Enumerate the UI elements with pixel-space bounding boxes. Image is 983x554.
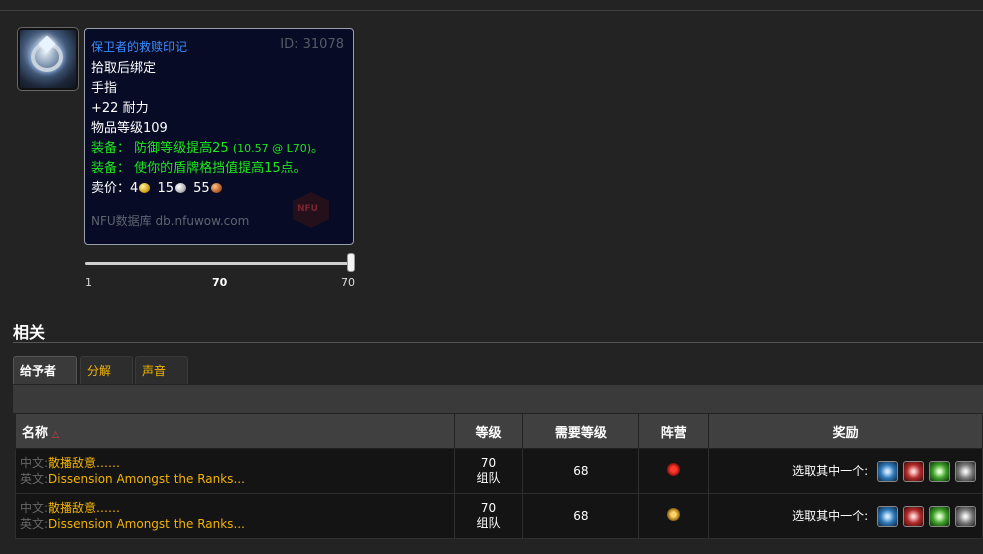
- cn-label: 中文:: [20, 501, 49, 515]
- slider-min: 1: [85, 276, 92, 289]
- quest-side-cell: [638, 448, 710, 494]
- quest-reward-cell: 选取其中一个:: [708, 448, 983, 494]
- quest-side-cell: [638, 493, 710, 539]
- reward-item-icon[interactable]: [877, 460, 898, 482]
- item-equip-1: 装备： 防御等级提高25 (10.57 @ L70)。: [91, 137, 324, 156]
- reward-choice-label: 选取其中一个:: [792, 463, 869, 478]
- reward-item-icon[interactable]: [955, 460, 976, 482]
- sell-label: 卖价：: [91, 181, 131, 196]
- silver-coin-icon: [174, 183, 186, 193]
- quest-level-cell: 70 组队: [453, 493, 524, 539]
- related-heading: 相关: [13, 323, 46, 342]
- reward-item-icon[interactable]: [955, 505, 976, 527]
- header-name-label: 名称: [22, 425, 49, 441]
- en-label: 英文:: [20, 517, 49, 531]
- quest-group: 组队: [476, 516, 501, 530]
- tab-content-bar: [13, 385, 983, 413]
- equip-1-detail: (10.57 @ L70): [232, 142, 312, 155]
- tooltip-footer: NFU数据库 db.nfuwow.com: [91, 214, 250, 228]
- reward-item-icon[interactable]: [903, 505, 924, 527]
- slider-current: 70: [212, 276, 228, 289]
- quest-table: 名称 △ 等级 需要等级 阵营 奖励 中文:散播敌意…… 英文:Dissensio…: [15, 413, 983, 539]
- alliance-icon: [667, 508, 681, 521]
- en-label: 英文:: [20, 472, 49, 486]
- sell-silver: 15: [157, 181, 174, 196]
- quest-level: 70: [480, 456, 497, 470]
- quest-cn-link[interactable]: 散播敌意……: [48, 501, 120, 515]
- item-sell-price: 卖价：4 15 55: [91, 177, 225, 196]
- copper-coin-icon: [210, 183, 222, 193]
- nfu-logo-icon: NFU: [293, 192, 329, 228]
- quest-en-link[interactable]: Dissension Amongst the Ranks...: [48, 472, 245, 486]
- quest-req-level: 68: [522, 448, 640, 494]
- reward-item-icon[interactable]: [903, 460, 924, 482]
- table-row: 中文:散播敌意…… 英文:Dissension Amongst the Rank…: [15, 448, 983, 494]
- item-name[interactable]: 保卫者的救赎印记: [91, 38, 187, 55]
- level-slider-track[interactable]: [85, 262, 349, 265]
- equip-1-end: 。: [311, 141, 325, 156]
- item-slot: 手指: [91, 81, 118, 96]
- quest-level-cell: 70 组队: [453, 448, 524, 494]
- quest-cn-link[interactable]: 散播敌意……: [48, 456, 120, 470]
- table-row: 中文:散播敌意…… 英文:Dissension Amongst the Rank…: [15, 493, 983, 539]
- equip-1-main: 装备： 防御等级提高25: [91, 141, 229, 156]
- quest-group: 组队: [476, 471, 501, 485]
- top-divider: [0, 10, 983, 11]
- item-id: ID: 31078: [280, 37, 344, 52]
- reward-choice-label: 选取其中一个:: [792, 508, 869, 523]
- ring-icon[interactable]: [17, 27, 79, 91]
- sell-gold: 4: [130, 181, 139, 196]
- nfu-logo-text: NFU: [297, 204, 318, 214]
- item-level: 物品等级109: [91, 121, 168, 136]
- quest-name-cell: 中文:散播敌意…… 英文:Dissension Amongst the Rank…: [15, 448, 455, 494]
- header-req-level[interactable]: 需要等级: [522, 413, 640, 449]
- gold-coin-icon: [139, 183, 151, 193]
- reward-item-icon[interactable]: [929, 460, 950, 482]
- item-tooltip: 保卫者的救赎印记 ID: 31078 拾取后绑定 手指 +22 耐力 物品等级1…: [84, 28, 354, 245]
- quest-level: 70: [480, 501, 497, 515]
- sort-asc-icon: △: [52, 429, 59, 440]
- item-equip-2: 装备： 使你的盾牌格挡值提高15点。: [91, 161, 307, 176]
- header-level[interactable]: 等级: [453, 413, 524, 449]
- horde-icon: [667, 463, 681, 476]
- table-header-row: 名称 △ 等级 需要等级 阵营 奖励: [15, 413, 983, 449]
- header-rewards[interactable]: 奖励: [708, 413, 983, 449]
- sell-copper: 55: [193, 181, 210, 196]
- tab-givers[interactable]: 给予者(2): [13, 356, 77, 406]
- reward-item-icon[interactable]: [877, 505, 898, 527]
- quest-req-level: 68: [522, 493, 640, 539]
- header-side[interactable]: 阵营: [638, 413, 710, 449]
- slider-max: 70: [341, 276, 355, 289]
- related-divider: [13, 342, 983, 343]
- header-name[interactable]: 名称 △: [15, 413, 455, 449]
- tab-sounds[interactable]: 声音(4): [135, 356, 188, 406]
- tab-disenchant[interactable]: 分解(2): [80, 356, 133, 406]
- quest-en-link[interactable]: Dissension Amongst the Ranks...: [48, 517, 245, 531]
- reward-item-icon[interactable]: [929, 505, 950, 527]
- item-stat: +22 耐力: [91, 101, 149, 116]
- item-bind: 拾取后绑定: [91, 61, 157, 76]
- cn-label: 中文:: [20, 456, 49, 470]
- quest-name-cell: 中文:散播敌意…… 英文:Dissension Amongst the Rank…: [15, 493, 455, 539]
- level-slider-handle[interactable]: [347, 253, 355, 272]
- quest-reward-cell: 选取其中一个:: [708, 493, 983, 539]
